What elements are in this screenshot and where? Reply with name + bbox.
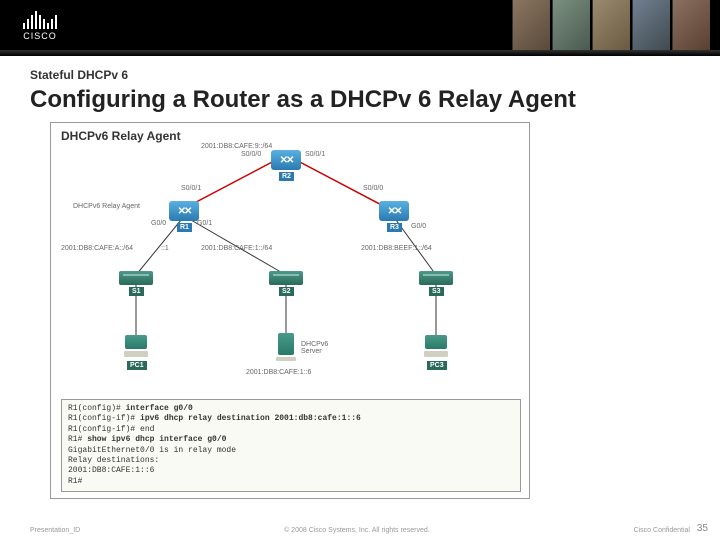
cli-l3: R1(config-if)# end bbox=[68, 425, 514, 435]
slide-footer: Presentation_ID © 2008 Cisco Systems, In… bbox=[0, 527, 720, 534]
cli-l5: GigabitEthernet0/0 is in relay mode bbox=[68, 446, 514, 456]
page-number: 35 bbox=[697, 523, 708, 534]
router-r1-icon: ✕✕ bbox=[169, 201, 199, 221]
switch-s3-label: S3 bbox=[429, 287, 444, 296]
cisco-wordmark: CISCO bbox=[23, 31, 57, 41]
cli-l4b: show ipv6 dhcp interface g0/0 bbox=[87, 435, 226, 444]
if-s001-rl: S0/0/1 bbox=[181, 185, 201, 192]
router-r3-label: R3 bbox=[387, 223, 402, 232]
switch-s2-icon bbox=[269, 271, 303, 285]
cli-l1a: R1(config)# bbox=[68, 404, 126, 413]
server-label: DHCPv6 Server bbox=[301, 341, 328, 355]
cli-l6: Relay destinations: bbox=[68, 456, 514, 466]
if-g00-r: G0/0 bbox=[411, 223, 426, 230]
pc3-icon bbox=[422, 335, 450, 359]
cli-l4a: R1# bbox=[68, 435, 87, 444]
slide-content: Stateful DHCPv 6 Configuring a Router as… bbox=[0, 56, 720, 499]
if-s000-l: S0/0/0 bbox=[241, 151, 261, 158]
network-topology: 2001:DB8:CAFE:9::/64 ✕✕ R2 S0/0/0 S0/0/1… bbox=[61, 145, 519, 395]
switch-s2-label: S2 bbox=[279, 287, 294, 296]
diagram-title: DHCPv6 Relay Agent bbox=[61, 129, 519, 143]
breadcrumb: Stateful DHCPv 6 bbox=[30, 68, 690, 82]
addr-net-a: 2001:DB8:CAFE:A::/64 bbox=[61, 245, 133, 252]
router-r2-label: R2 bbox=[279, 172, 294, 181]
if-s000-rr: S0/0/0 bbox=[363, 185, 383, 192]
addr-net-1: 2001:DB8:CAFE:1::/64 bbox=[201, 245, 272, 252]
cli-l1b: interface g0/0 bbox=[126, 404, 193, 413]
top-banner: CISCO bbox=[0, 0, 720, 50]
addr-top-net: 2001:DB8:CAFE:9::/64 bbox=[201, 143, 272, 150]
router-r3-icon: ✕✕ bbox=[379, 201, 409, 221]
if-g00-l: G0/0 bbox=[151, 220, 166, 227]
cli-l7: 2001:DB8:CAFE:1::6 bbox=[68, 466, 514, 476]
cli-output: R1(config)# interface g0/0 R1(config-if)… bbox=[61, 399, 521, 492]
pc1-label: PC1 bbox=[127, 361, 147, 370]
switch-s1-icon bbox=[119, 271, 153, 285]
switch-s1-label: S1 bbox=[129, 287, 144, 296]
banner-photos bbox=[512, 0, 710, 50]
footer-right: Cisco Confidential bbox=[634, 527, 690, 534]
cisco-signal-icon bbox=[23, 9, 57, 29]
server-addr: 2001:DB8:CAFE:1::6 bbox=[246, 369, 311, 376]
cli-l8: R1# bbox=[68, 477, 514, 487]
footer-left: Presentation_ID bbox=[30, 527, 80, 534]
diagram-container: DHCPv6 Relay Agent 2001:DB8:CAFE:9::/64 … bbox=[50, 122, 530, 499]
addr-net-b: 2001:DB8:BEEF:1::/64 bbox=[361, 245, 432, 252]
page-title: Configuring a Router as a DHCPv 6 Relay … bbox=[30, 86, 690, 114]
cli-l2a: R1(config-if)# bbox=[68, 414, 140, 423]
pc1-icon bbox=[122, 335, 150, 359]
cli-l2b: ipv6 dhcp relay destination 2001:db8:caf… bbox=[140, 414, 361, 423]
router-r1-label: R1 bbox=[177, 223, 192, 232]
cisco-logo: CISCO bbox=[10, 5, 70, 45]
switch-s3-icon bbox=[419, 271, 453, 285]
footer-center: © 2008 Cisco Systems, Inc. All rights re… bbox=[284, 527, 430, 534]
server-icon bbox=[276, 333, 296, 361]
pc3-label: PC3 bbox=[427, 361, 447, 370]
router-r2-icon: ✕✕ bbox=[271, 150, 301, 170]
relay-note: DHCPv6 Relay Agent bbox=[73, 203, 140, 210]
addr-one: ::1 bbox=[161, 245, 169, 252]
if-g01: G0/1 bbox=[197, 220, 212, 227]
if-s001-r: S0/0/1 bbox=[305, 151, 325, 158]
